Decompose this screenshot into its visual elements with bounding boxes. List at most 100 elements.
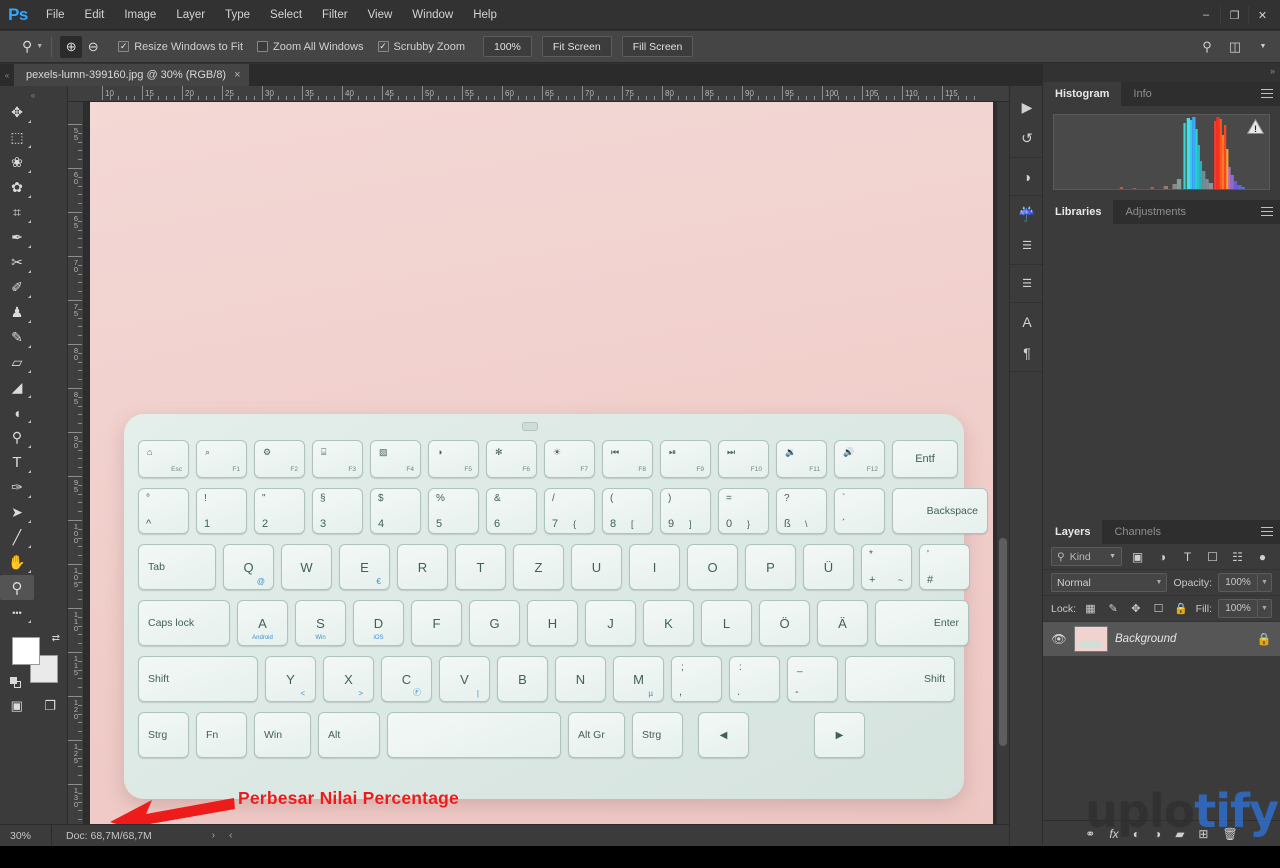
menu-edit[interactable]: Edit [75, 0, 115, 30]
quick-mask-icon[interactable]: ▣ [0, 693, 34, 718]
scrollbar-thumb[interactable] [999, 538, 1007, 746]
shape-filter-icon[interactable]: ☐ [1203, 547, 1222, 566]
move-tool[interactable]: ✥ [0, 100, 34, 125]
pen-tool[interactable]: ✑ [0, 475, 34, 500]
tab-adjustments[interactable]: Adjustments [1113, 200, 1198, 224]
close-icon[interactable]: × [234, 69, 240, 81]
lock-artboard-icon[interactable]: ☐ [1150, 600, 1167, 617]
lasso-tool[interactable]: ❀ [0, 150, 34, 175]
document-tab[interactable]: pexels-lumn-399160.jpg @ 30% (RGB/8) × [14, 64, 250, 86]
type-filter-icon[interactable]: T [1178, 547, 1197, 566]
opacity-value[interactable]: 100% [1218, 573, 1258, 592]
clone-source-icon[interactable]: ☰ [1010, 268, 1044, 299]
filter-toggle-icon[interactable]: ● [1253, 547, 1272, 566]
canvas-area[interactable]: ⌂ Esc ⌕ F1 ⚙ F2 ⌸ F3 ▧ F4 ◑ F5 ✻ F6 ☀ F7 ⏮ F8 ⏯ F9 ⏭ F10 🔉 F11 🔊… [84, 102, 1009, 846]
new-group-icon[interactable]: ▰ [1175, 827, 1184, 841]
eraser-tool[interactable]: ▱ [0, 350, 34, 375]
zoom-in-button[interactable]: ⊕ [60, 35, 83, 58]
healing-brush-tool[interactable]: ✂ [0, 250, 34, 275]
layer-filter-kind-select[interactable]: ⚲ Kind ▼ [1051, 547, 1122, 566]
clone-stamp-tool[interactable]: ♟ [0, 300, 34, 325]
fill-stepper[interactable]: ▼ [1258, 599, 1272, 618]
fill-value[interactable]: 100% [1218, 599, 1258, 618]
minimize-button[interactable]: – [1192, 6, 1220, 24]
tab-dock-grip[interactable]: « [0, 64, 14, 86]
panel-dock-grip[interactable]: » [1270, 66, 1276, 76]
history-panel-icon[interactable]: ↺ [1010, 123, 1044, 154]
horizontal-ruler[interactable]: 10 15 20 25 30 35 40 45 50 55 60 65 70 75 80 85 90 95 100 1… [68, 86, 1009, 102]
menu-filter[interactable]: Filter [312, 0, 358, 30]
line-tool[interactable]: ╱ [0, 525, 34, 550]
chevron-down-icon[interactable]: ▼ [36, 43, 43, 50]
adjustment-filter-icon[interactable]: ◑ [1153, 547, 1172, 566]
libraries-body[interactable] [1043, 224, 1280, 522]
blend-mode-select[interactable]: Normal ▼ [1051, 573, 1168, 592]
type-tool[interactable]: T [0, 450, 34, 475]
delete-layer-icon[interactable]: 🗑 [1222, 827, 1237, 841]
path-selection-tool[interactable]: ➤ [0, 500, 34, 525]
tab-libraries[interactable]: Libraries [1043, 200, 1114, 224]
pixel-filter-icon[interactable]: ▣ [1128, 547, 1147, 566]
adjustments-panel-icon[interactable]: ◑ [1010, 161, 1044, 192]
tab-layers[interactable]: Layers [1043, 520, 1103, 544]
edit-toolbar-button[interactable]: ••• [0, 600, 34, 625]
histogram-warning-icon[interactable]: ! [1247, 119, 1264, 134]
chevron-down-icon[interactable]: ▼ [1252, 36, 1274, 58]
brushes-panel-icon[interactable]: ☔ [1010, 199, 1044, 230]
brush-settings-icon[interactable]: ☰ [1010, 230, 1044, 261]
screen-mode-icon[interactable]: ❐ [34, 693, 68, 718]
search-icon[interactable]: ⚲ [1196, 36, 1218, 58]
swap-colors-icon[interactable]: ⇄ [52, 633, 60, 644]
scrubby-zoom-checkbox[interactable]: ✓ Scrubby Zoom [377, 41, 465, 53]
layer-style-icon[interactable]: fx [1109, 827, 1118, 841]
menu-file[interactable]: File [36, 0, 75, 30]
smart-object-filter-icon[interactable]: ☷ [1228, 547, 1247, 566]
layer-lock-icon[interactable]: 🔒 [1256, 632, 1272, 646]
maximize-button[interactable]: ❐ [1220, 6, 1248, 24]
menu-window[interactable]: Window [402, 0, 463, 30]
document-image[interactable]: ⌂ Esc ⌕ F1 ⚙ F2 ⌸ F3 ▧ F4 ◑ F5 ✻ F6 ☀ F7 ⏮ F8 ⏯ F9 ⏭ F10 🔉 F11 🔊… [90, 102, 993, 836]
canvas-vertical-scrollbar[interactable] [997, 102, 1009, 846]
blur-tool[interactable]: ◖ [0, 400, 34, 425]
marquee-tool[interactable]: ⬚ [0, 125, 34, 150]
document-size-info[interactable]: Doc: 68,7M/68,7M [52, 830, 152, 842]
lock-image-icon[interactable]: ✎ [1105, 600, 1122, 617]
foreground-color-swatch[interactable] [12, 637, 40, 665]
resize-windows-checkbox[interactable]: ✓ Resize Windows to Fit [118, 41, 243, 53]
layer-name[interactable]: Background [1115, 633, 1249, 645]
status-collapse-icon[interactable]: ‹ [229, 830, 232, 841]
zoom-level-field[interactable]: 30% [0, 824, 52, 847]
lock-all-icon[interactable]: 🔒 [1173, 600, 1190, 617]
panel-menu-icon[interactable] [1261, 207, 1273, 219]
close-button[interactable]: ✕ [1248, 6, 1276, 24]
dodge-tool[interactable]: ⚲ [0, 425, 34, 450]
layer-visibility-icon[interactable]: 👁 [1051, 632, 1067, 646]
link-layers-icon[interactable]: ⚭ [1085, 827, 1095, 841]
quick-selection-tool[interactable]: ✿ [0, 175, 34, 200]
workspace-icon[interactable]: ◫ [1224, 36, 1246, 58]
actions-panel-icon[interactable]: ▶ [1010, 92, 1044, 123]
eyedropper-tool[interactable]: ✒ [0, 225, 34, 250]
crop-tool[interactable]: ⌗ [0, 200, 34, 225]
toolbar-grip[interactable]: « [0, 90, 67, 100]
opacity-stepper[interactable]: ▼ [1258, 573, 1272, 592]
tab-channels[interactable]: Channels [1102, 520, 1172, 544]
panel-menu-icon[interactable] [1261, 527, 1273, 539]
adjustment-layer-icon[interactable]: ◑ [1154, 827, 1161, 841]
zoom-out-button[interactable]: ⊖ [82, 36, 104, 58]
menu-view[interactable]: View [358, 0, 403, 30]
paragraph-panel-icon[interactable]: ¶ [1010, 337, 1044, 368]
menu-type[interactable]: Type [215, 0, 260, 30]
layer-row-background[interactable]: 👁 Background 🔒 [1043, 622, 1280, 656]
menu-select[interactable]: Select [260, 0, 312, 30]
lock-position-icon[interactable]: ✥ [1128, 600, 1145, 617]
fill-screen-button[interactable]: Fill Screen [621, 36, 694, 57]
menu-help[interactable]: Help [463, 0, 507, 30]
new-layer-icon[interactable]: ⊞ [1198, 827, 1208, 841]
zoom-all-windows-checkbox[interactable]: Zoom All Windows [257, 41, 364, 53]
gradient-tool[interactable]: ◢ [0, 375, 34, 400]
history-brush-tool[interactable]: ✎ [0, 325, 34, 350]
hand-tool[interactable]: ✋ [0, 550, 34, 575]
menu-layer[interactable]: Layer [166, 0, 215, 30]
menu-image[interactable]: Image [114, 0, 166, 30]
